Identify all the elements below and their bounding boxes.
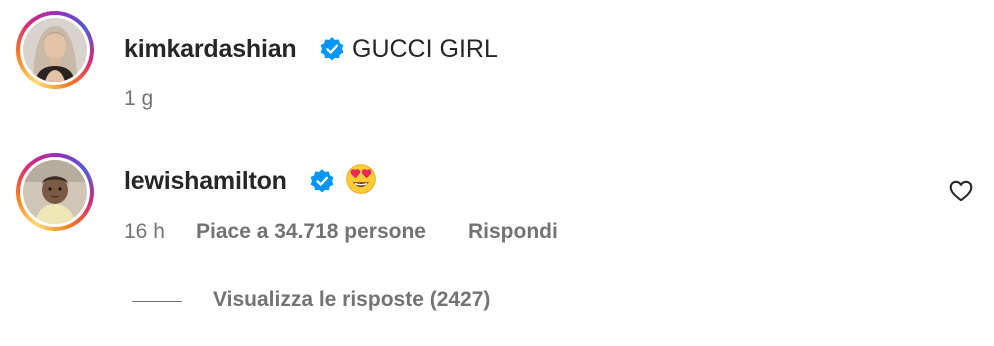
verified-badge-icon [310, 169, 334, 193]
avatar-kimkardashian [23, 18, 87, 82]
avatar-lewishamilton [23, 160, 87, 224]
reply-button[interactable]: Rispondi [468, 220, 558, 244]
replies-divider-line [132, 301, 182, 302]
comment-timestamp[interactable]: 1 g [124, 87, 153, 111]
avatar-ring[interactable] [16, 153, 94, 231]
heart-outline-icon[interactable] [948, 178, 974, 204]
avatar-ring[interactable] [16, 11, 94, 89]
username-kimkardashian[interactable]: kimkardashian [124, 35, 297, 64]
likes-count-link[interactable]: Piace a 34.718 persone [196, 220, 426, 244]
username-lewishamilton[interactable]: lewishamilton [124, 167, 287, 196]
comment-text: GUCCI GIRL [352, 35, 498, 63]
avatar-border [20, 157, 90, 227]
heart-eyes-emoji-icon [346, 164, 376, 194]
comment-timestamp[interactable]: 16 h [124, 220, 165, 244]
verified-badge-icon [320, 37, 344, 61]
view-replies-button[interactable]: Visualizza le risposte (2427) [213, 288, 490, 312]
avatar-border [20, 15, 90, 85]
